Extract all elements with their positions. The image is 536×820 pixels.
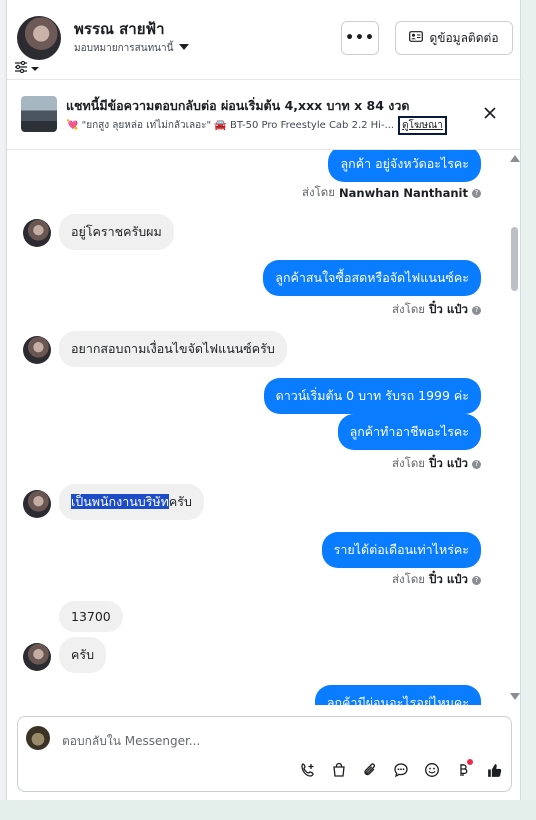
- chat-scrollbar[interactable]: [508, 150, 520, 705]
- outgoing-message: ลูกค้ามีผ่อนอะไรอยู่ไหมคะ: [314, 685, 481, 705]
- info-icon[interactable]: ?: [472, 305, 481, 315]
- page-bottom-background: [0, 800, 536, 820]
- incoming-message: อยากสอบถามเงื่อนไขจัดไฟแนนซ์ครับ: [59, 331, 287, 367]
- more-label: •••: [345, 30, 375, 46]
- sent-by-prefix: ส่งโดย: [392, 302, 426, 316]
- ad-subtitle: 💘 "ยกสูง ลุยหล่อ เท่ไม่กลัวเลอะ" 🚘 BT-50…: [66, 120, 395, 131]
- sender-label: ส่งโดย ปิ๋ว แป๋ว ?: [392, 301, 481, 319]
- message-text: ครับ: [168, 494, 192, 509]
- ad-title: แชทนี้มีข้อความตอบกลับต่อ ผ่อนเริ่มต้น 4…: [66, 98, 410, 113]
- incoming-message: อยู่โคราชครับผม: [59, 214, 174, 250]
- assign-conversation-dropdown[interactable]: มอบหมายการสนทนานี้: [74, 41, 190, 56]
- paperclip-icon[interactable]: [359, 759, 381, 781]
- contact-avatar[interactable]: [17, 16, 61, 60]
- view-ad-link[interactable]: ดูโฆษณา: [398, 116, 447, 135]
- incoming-message: 13700: [59, 601, 123, 632]
- sliders-icon: [14, 58, 28, 77]
- sent-by-prefix: ส่งโดย: [392, 456, 426, 470]
- incoming-message: เป็นพนักงานบริษัทครับ: [59, 484, 204, 520]
- contact-avatar-small: [23, 643, 51, 671]
- page-avatar: [26, 726, 50, 750]
- reply-composer: ตอบกลับใน Messenger...: [17, 716, 512, 792]
- chevron-down-icon: [179, 43, 190, 54]
- saved-reply-icon[interactable]: [390, 759, 412, 781]
- reply-input[interactable]: ตอบกลับใน Messenger...: [62, 732, 200, 751]
- thumbs-up-icon[interactable]: [483, 759, 505, 781]
- notification-dot: [467, 759, 473, 765]
- sender-label: ส่งโดย ปิ๋ว แป๋ว ?: [392, 571, 481, 589]
- sender-label: ส่งโดย ปิ๋ว แป๋ว ?: [392, 455, 481, 473]
- payment-baht-icon[interactable]: [452, 759, 474, 781]
- sender-name: ปิ๋ว แป๋ว: [429, 456, 468, 470]
- contact-card-icon: [409, 31, 424, 45]
- selected-text: เป็นพนักงานบริษัท: [71, 494, 169, 509]
- outgoing-message: ลูกค้า อยู่จังหวัดอะไรคะ: [328, 150, 481, 182]
- ad-thumbnail: [21, 96, 57, 132]
- sent-by-prefix: ส่งโดย: [392, 572, 426, 586]
- scroll-up-icon[interactable]: [510, 155, 520, 162]
- contact-name: พรรณ สายฟ้า: [74, 20, 165, 38]
- conversation-header: พรรณ สายฟ้า มอบหมายการสนทนานี้ ••• ดูข้อ…: [7, 0, 522, 80]
- outgoing-message: ดาวน์เริ่มต้น 0 บาท รับรถ 1999 ค่ะ: [263, 378, 481, 414]
- contact-avatar-small: [23, 219, 51, 247]
- left-edge: [0, 0, 4, 800]
- info-icon[interactable]: ?: [472, 459, 481, 469]
- message-list[interactable]: ลูกค้า อยู่จังหวัดอะไรคะ ส่งโดย Nanwhan …: [7, 150, 522, 705]
- contact-info-label: ดูข้อมูลติดต่อ: [429, 30, 499, 45]
- contact-avatar-small: [23, 336, 51, 364]
- sender-label: ส่งโดย Nanwhan Nanthanit ?: [302, 184, 481, 202]
- ad-subtitle-row: 💘 "ยกสูง ลุยหล่อ เท่ไม่กลัวเลอะ" 🚘 BT-50…: [66, 116, 447, 135]
- composer-toolbar: [297, 759, 505, 781]
- sender-name: ปิ๋ว แป๋ว: [429, 302, 468, 316]
- emoji-icon[interactable]: [421, 759, 443, 781]
- shopping-bag-icon[interactable]: [328, 759, 350, 781]
- contact-avatar-small: [23, 490, 51, 518]
- assign-label: มอบหมายการสนทนานี้: [74, 43, 174, 54]
- info-icon[interactable]: ?: [472, 575, 481, 585]
- ad-reply-banner: แชทนี้มีข้อความตอบกลับต่อ ผ่อนเริ่มต้น 4…: [7, 80, 522, 150]
- scroll-thumb[interactable]: [511, 227, 518, 291]
- sender-name: ปิ๋ว แป๋ว: [429, 572, 468, 586]
- chevron-down-icon: [30, 58, 40, 77]
- outgoing-message: ลูกค้าสนใจซื้อสดหรือจัดไฟแนนซ์คะ: [263, 260, 481, 296]
- call-add-icon[interactable]: [297, 759, 319, 781]
- scroll-down-icon[interactable]: [510, 693, 520, 700]
- view-contact-info-button[interactable]: ดูข้อมูลติดต่อ: [395, 21, 513, 55]
- conversation-panel: พรรณ สายฟ้า มอบหมายการสนทนานี้ ••• ดูข้อ…: [6, 0, 522, 800]
- close-icon[interactable]: [481, 104, 499, 122]
- outgoing-message: ลูกค้าทำอาชีพอะไรคะ: [337, 414, 481, 450]
- info-icon[interactable]: ?: [472, 188, 481, 198]
- incoming-message: ครับ: [59, 637, 107, 673]
- sender-name: Nanwhan Nanthanit: [339, 186, 468, 200]
- more-options-button[interactable]: •••: [341, 21, 379, 55]
- filter-button[interactable]: [14, 58, 50, 76]
- outgoing-message: รายได้ต่อเดือนเท่าไหร่คะ: [321, 532, 481, 568]
- sent-by-prefix: ส่งโดย: [301, 185, 336, 199]
